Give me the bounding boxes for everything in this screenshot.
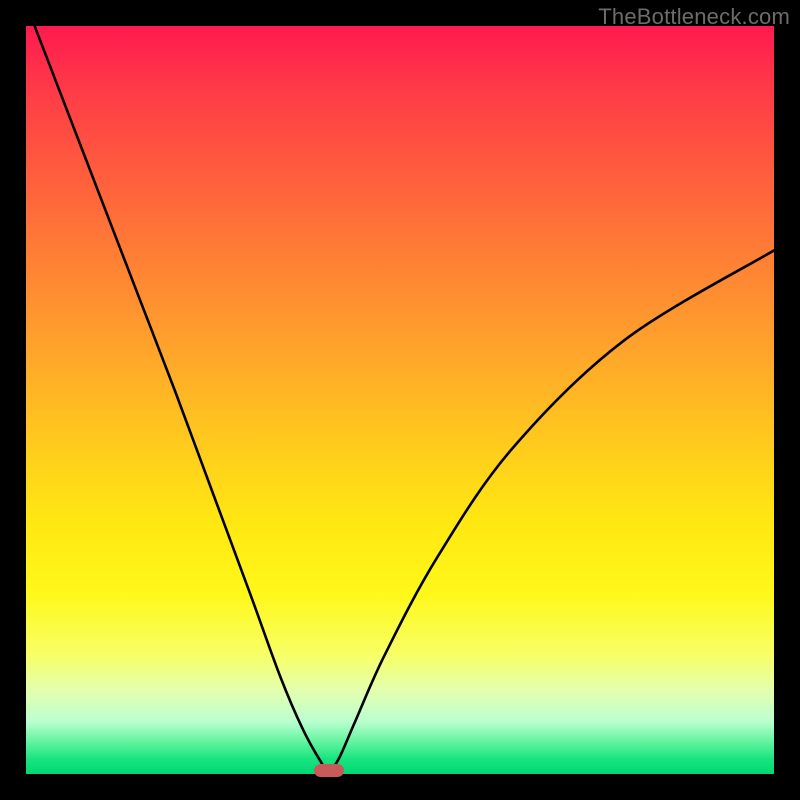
curve-path [26,4,774,772]
chart-frame: TheBottleneck.com [0,0,800,800]
optimum-marker [314,764,344,777]
bottleneck-curve [26,26,774,774]
plot-area [26,26,774,774]
watermark-text: TheBottleneck.com [598,4,790,30]
